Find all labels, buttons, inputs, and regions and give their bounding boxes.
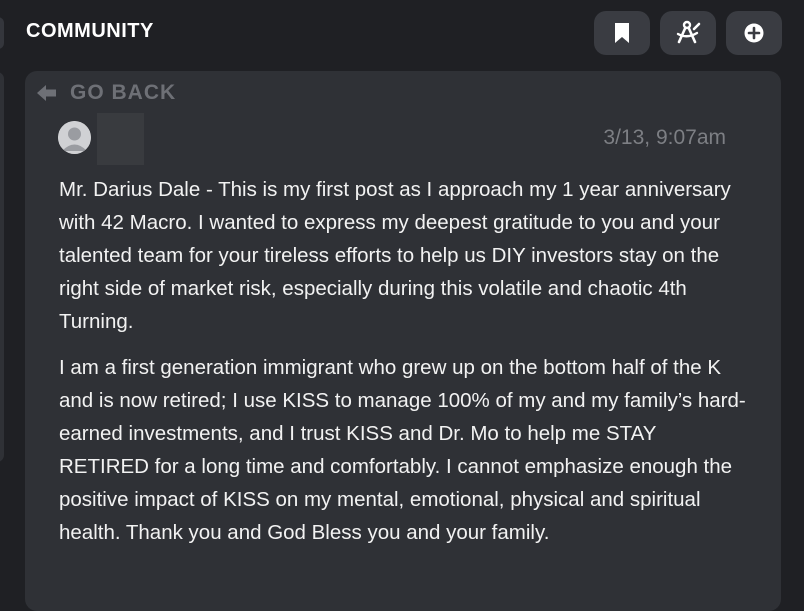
post-timestamp: 3/13, 9:07am — [603, 126, 726, 149]
post-paragraph: Mr. Darius Dale - This is my first post … — [59, 178, 731, 333]
sidebar-panel-edge — [0, 72, 4, 462]
post-paragraph: I am a first generation immigrant who gr… — [59, 356, 746, 544]
go-back-label: GO BACK — [70, 81, 177, 104]
back-arrow-icon — [37, 85, 56, 101]
plus-circle-icon — [744, 23, 764, 43]
go-back-button[interactable]: GO BACK — [36, 81, 176, 105]
bookmark-icon — [615, 23, 629, 43]
post-body: Mr. Darius Dale - This is my first post … — [59, 173, 749, 549]
user-icon — [58, 121, 91, 154]
compass-pencil-icon — [676, 20, 701, 44]
sidebar-edge[interactable] — [0, 17, 4, 49]
top-bar: COMMUNITY — [0, 0, 804, 66]
avatar[interactable] — [58, 121, 91, 154]
redacted-username — [97, 113, 144, 165]
add-button[interactable] — [726, 11, 782, 55]
tools-button[interactable] — [660, 11, 716, 55]
page-title: COMMUNITY — [26, 20, 154, 42]
bookmark-button[interactable] — [594, 11, 650, 55]
